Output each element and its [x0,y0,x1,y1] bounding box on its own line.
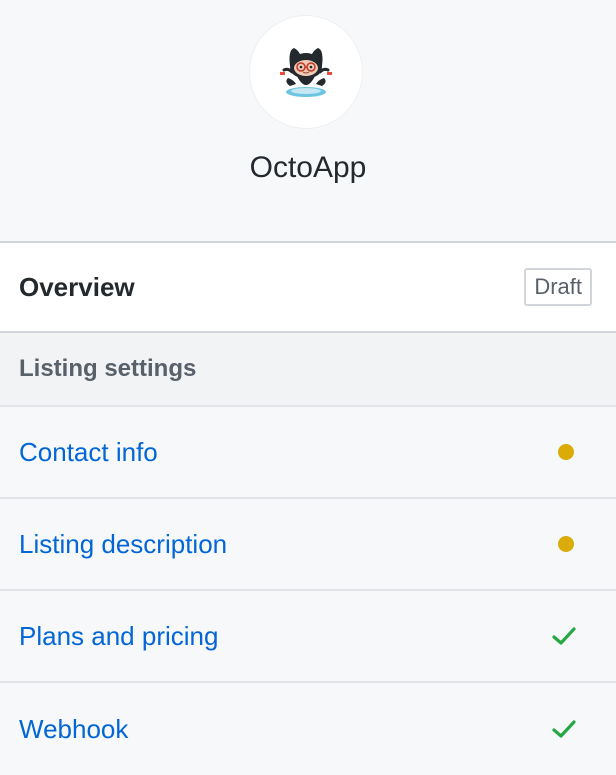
octocat-logo-icon [280,48,332,97]
nav-item-label: Plans and pricing [19,620,219,651]
app-name: OctoApp [249,151,367,184]
app-avatar [250,16,362,128]
listing-settings-heading: Listing settings [0,333,616,407]
nav-item-contact-info[interactable]: Contact info [0,407,616,499]
listing-settings-heading-label: Listing settings [19,355,197,382]
incomplete-status-dot-icon [558,444,574,460]
overview-label: Overview [19,271,135,302]
nav-item-label: Webhook [19,713,129,744]
nav-item-plans-and-pricing[interactable]: Plans and pricing [0,591,616,683]
nav-item-label: Listing description [19,528,228,559]
nav-item-listing-description[interactable]: Listing description [0,499,616,591]
listing-menu: Overview Draft Listing settings Contact … [0,241,616,775]
nav-item-label: Contact info [19,436,158,467]
draft-status-badge: Draft [524,268,592,306]
nav-item-webhook[interactable]: Webhook [0,683,616,775]
overview-item[interactable]: Overview Draft [0,243,616,333]
app-header: OctoApp [0,0,616,241]
incomplete-status-dot-icon [558,536,574,552]
check-icon [552,627,576,645]
check-icon [552,720,576,738]
